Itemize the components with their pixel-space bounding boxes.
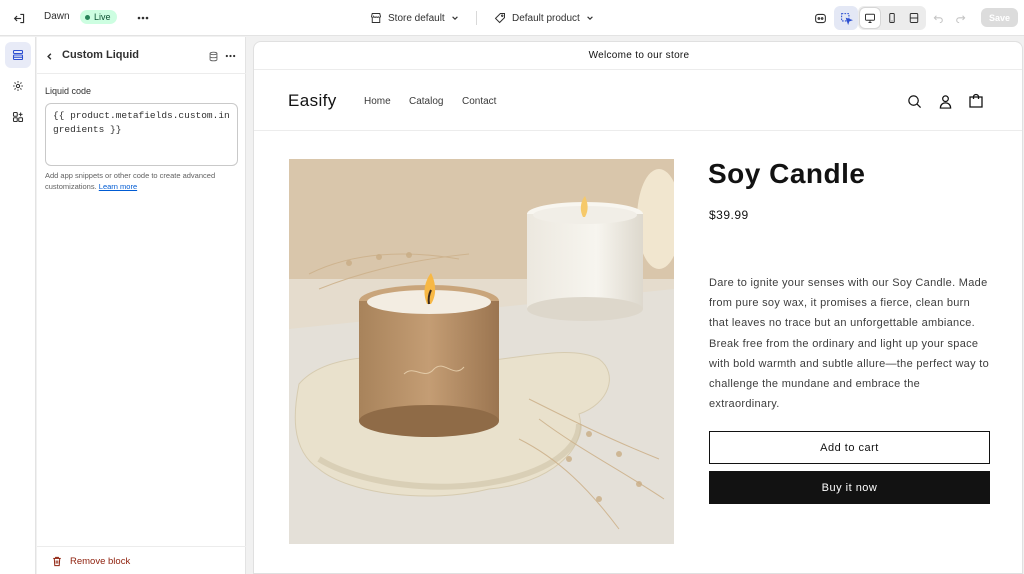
store-header: Easify Home Catalog Contact xyxy=(254,71,1022,131)
nav-link-home[interactable]: Home xyxy=(364,96,391,107)
live-badge-label: Live xyxy=(94,12,111,22)
cart-icon xyxy=(969,93,983,108)
chevron-down-icon xyxy=(451,16,458,20)
save-button[interactable]: Save xyxy=(981,8,1018,27)
candle-photo-illustration xyxy=(289,159,674,544)
editor-topbar: Dawn Live Store default Default product xyxy=(0,0,1024,36)
viewport-switcher xyxy=(858,6,926,30)
announcement-bar: Welcome to our store xyxy=(254,42,1022,70)
store-preview: Welcome to our store Easify Home Catalog… xyxy=(253,41,1023,574)
redo-button[interactable] xyxy=(948,6,972,30)
store-selector[interactable]: Store default xyxy=(370,10,459,26)
editor-rail xyxy=(0,37,36,574)
product-description: Dare to ignite your senses with our Soy … xyxy=(709,277,990,411)
preview-inspector-button[interactable] xyxy=(808,6,832,30)
search-button[interactable] xyxy=(904,91,924,111)
trash-icon xyxy=(53,556,61,567)
more-horizontal-icon xyxy=(225,54,235,58)
account-button[interactable] xyxy=(935,91,955,111)
exit-icon[interactable] xyxy=(7,6,31,30)
apps-icon xyxy=(12,111,24,123)
rail-apps-button[interactable] xyxy=(5,104,31,130)
redo-icon xyxy=(955,14,965,23)
buy-now-button[interactable]: Buy it now xyxy=(709,471,990,504)
search-icon xyxy=(907,94,921,108)
desktop-view-button[interactable] xyxy=(860,8,880,28)
rail-sections-button[interactable] xyxy=(5,42,31,68)
back-button[interactable] xyxy=(42,49,56,63)
panel-header: Custom Liquid xyxy=(37,37,246,74)
remove-block-button[interactable]: Remove block xyxy=(52,556,130,567)
eye-settings-icon xyxy=(814,13,826,23)
undo-icon xyxy=(933,14,943,23)
block-more-button[interactable] xyxy=(223,49,237,63)
theme-name[interactable]: Dawn xyxy=(44,11,70,22)
product-image[interactable] xyxy=(289,159,674,544)
inspector-toggle[interactable] xyxy=(834,6,858,30)
chevron-down-icon xyxy=(587,16,593,20)
template-selector-label: Default product xyxy=(512,12,580,24)
dynamic-source-button[interactable] xyxy=(206,49,220,63)
liquid-code-label: Liquid code xyxy=(45,86,92,96)
database-icon xyxy=(209,51,217,61)
liquid-code-help: Add app snippets or other code to create… xyxy=(45,170,241,192)
more-horizontal-icon xyxy=(137,16,149,20)
product-price: $39.99 xyxy=(709,208,749,222)
account-icon xyxy=(939,94,951,109)
tag-icon xyxy=(494,13,505,24)
live-dot-icon xyxy=(85,14,90,20)
store-selector-label: Store default xyxy=(388,12,445,24)
live-badge: Live xyxy=(80,10,117,24)
learn-more-link[interactable]: Learn more xyxy=(99,182,137,191)
toolbar-divider xyxy=(476,11,477,25)
block-settings-panel: Custom Liquid Liquid code {{ product.met… xyxy=(37,37,246,574)
product-title: Soy Candle xyxy=(708,158,866,189)
liquid-code-editor[interactable]: {{ product.metafields.custom.ingredients… xyxy=(45,103,238,166)
more-actions-button[interactable] xyxy=(131,6,155,30)
undo-button[interactable] xyxy=(926,6,950,30)
nav-link-catalog[interactable]: Catalog xyxy=(409,96,443,107)
mobile-icon xyxy=(889,13,895,23)
mobile-view-button[interactable] xyxy=(882,8,902,28)
panel-footer: Remove block xyxy=(37,546,246,574)
desktop-icon xyxy=(865,13,875,23)
chevron-left-icon xyxy=(46,52,51,60)
remove-block-label: Remove block xyxy=(70,556,131,567)
template-selector[interactable]: Default product xyxy=(494,10,594,26)
gear-icon xyxy=(13,81,23,91)
rail-settings-button[interactable] xyxy=(5,73,31,99)
add-to-cart-button[interactable]: Add to cart xyxy=(709,431,990,464)
panel-title: Custom Liquid xyxy=(62,49,139,61)
store-icon xyxy=(371,13,381,23)
store-logo[interactable]: Easify xyxy=(288,91,337,111)
nav-link-contact[interactable]: Contact xyxy=(462,96,496,107)
cursor-select-icon xyxy=(840,12,853,25)
expand-icon xyxy=(909,13,919,23)
cart-button[interactable] xyxy=(966,91,986,111)
full-width-view-button[interactable] xyxy=(904,8,924,28)
sections-icon xyxy=(12,49,24,61)
